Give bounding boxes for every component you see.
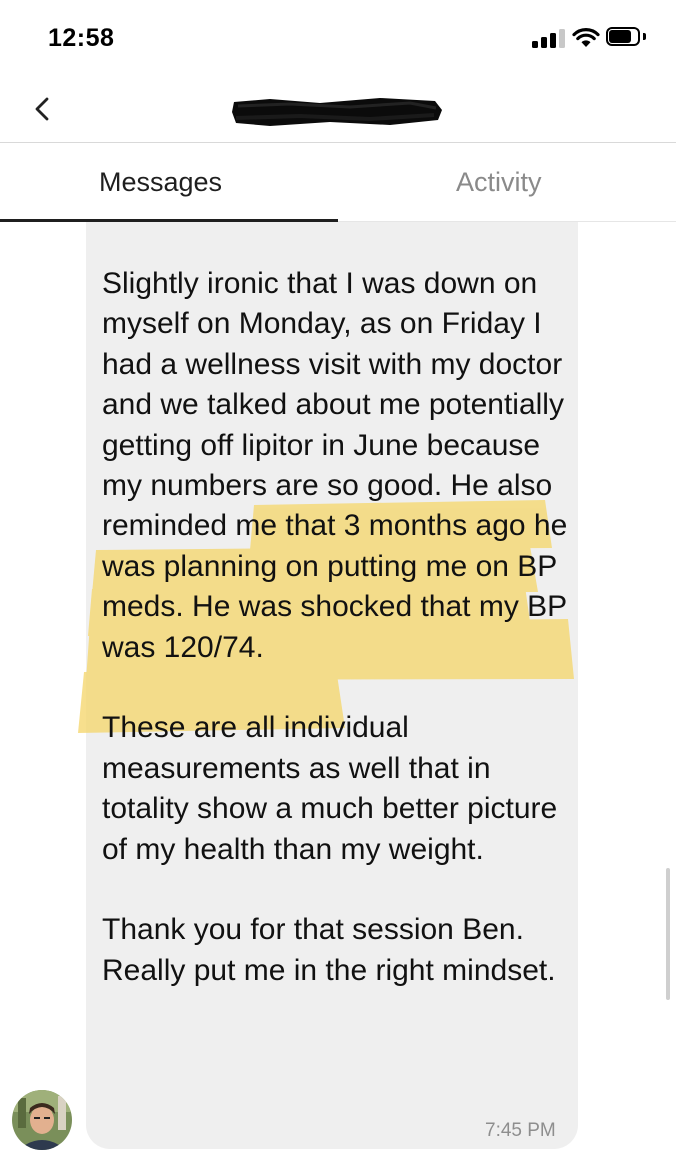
avatar[interactable]	[12, 1090, 72, 1150]
status-bar: 12:58	[0, 0, 676, 80]
cellular-signal-icon	[532, 28, 566, 48]
tab-messages[interactable]: Messages	[99, 167, 222, 198]
message-paragraph: These are all individual measurements as…	[102, 711, 558, 866]
status-time: 12:58	[48, 24, 115, 52]
tab-activity[interactable]: Activity	[456, 167, 542, 198]
message-paragraph: Thank you for that session Ben. Really p…	[102, 913, 556, 987]
scrollbar[interactable]	[666, 868, 670, 1000]
message-text: Slightly ironic that I was down on mysel…	[102, 264, 572, 1032]
wifi-icon	[572, 28, 600, 47]
redacted-contact-name	[232, 98, 442, 126]
chevron-left-icon[interactable]	[28, 94, 58, 124]
message-paragraph: Slightly ironic that I was down on mysel…	[102, 267, 568, 664]
nav-bar	[0, 80, 676, 142]
battery-icon	[606, 27, 646, 47]
message-timestamp: 7:45 PM	[485, 1120, 556, 1141]
tab-bar: Messages Activity	[0, 142, 676, 222]
